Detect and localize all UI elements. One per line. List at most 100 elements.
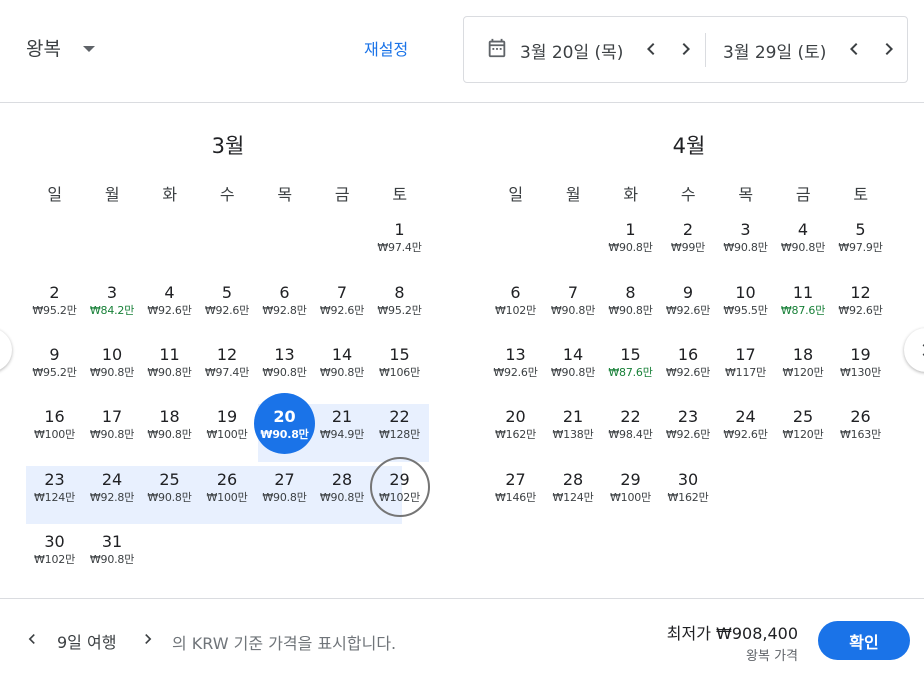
- calendar-day[interactable]: 25 ₩90.8만: [141, 458, 198, 516]
- day-number: 15: [620, 344, 641, 364]
- day-number: 29: [620, 469, 641, 489]
- return-prev-button[interactable]: [842, 37, 866, 61]
- calendar-day[interactable]: 4 ₩90.8만: [775, 208, 832, 266]
- weekday-label: 일: [47, 185, 63, 204]
- calendar-day[interactable]: 5 ₩97.9만: [832, 208, 889, 266]
- next-months-button[interactable]: [904, 328, 924, 372]
- calendar-day[interactable]: 7 ₩92.6만: [314, 271, 371, 329]
- calendar-day[interactable]: 15 ₩106만: [371, 333, 428, 391]
- calendar-day[interactable]: 6 ₩102만: [487, 271, 544, 329]
- weekday-label: 토: [392, 185, 408, 204]
- calendar-day[interactable]: 19 ₩130만: [832, 333, 889, 391]
- prev-months-button[interactable]: [0, 328, 12, 372]
- calendar-day[interactable]: 27 ₩90.8만: [256, 458, 313, 516]
- calendar-day[interactable]: 14 ₩90.8만: [314, 333, 371, 391]
- trip-length-decrease-button[interactable]: [22, 627, 42, 651]
- calendar-day[interactable]: 30 ₩162만: [660, 458, 717, 516]
- calendar-day[interactable]: 6 ₩92.8만: [256, 271, 313, 329]
- day-number: 21: [331, 406, 353, 426]
- calendar-day[interactable]: 15 ₩87.6만: [602, 333, 659, 391]
- day-number: 23: [44, 469, 65, 489]
- calendar-day[interactable]: 11 ₩90.8만: [141, 333, 198, 391]
- selected-return-day[interactable]: 29 ₩102만: [370, 457, 430, 517]
- calendar-day[interactable]: 26 ₩100만: [199, 458, 256, 516]
- departure-date[interactable]: 3월 20일 (목): [520, 38, 632, 63]
- selected-departure-day[interactable]: 20 ₩90.8만: [254, 393, 315, 454]
- calendar-day[interactable]: 10 ₩95.5만: [717, 271, 774, 329]
- calendar-day[interactable]: 27 ₩146만: [487, 458, 544, 516]
- calendar-day[interactable]: 5 ₩92.6만: [199, 271, 256, 329]
- calendar-day[interactable]: 29 ₩100만: [602, 458, 659, 516]
- calendar-day[interactable]: 3 ₩90.8만: [717, 208, 774, 266]
- calendar-day[interactable]: 21 ₩94.9만: [314, 395, 371, 453]
- calendar-day[interactable]: 8 ₩95.2만: [371, 271, 428, 329]
- departure-prev-button[interactable]: [639, 37, 663, 61]
- calendar-day[interactable]: 24 ₩92.6만: [717, 395, 774, 453]
- calendar-day[interactable]: 3 ₩84.2만: [84, 271, 141, 329]
- calendar-day[interactable]: 13 ₩90.8만: [256, 333, 313, 391]
- calendar-day[interactable]: 4 ₩92.6만: [141, 271, 198, 329]
- calendar-day[interactable]: 28 ₩90.8만: [314, 458, 371, 516]
- confirm-button[interactable]: 확인: [818, 621, 910, 660]
- calendar-day[interactable]: 22 ₩128만: [371, 395, 428, 453]
- calendar-day[interactable]: 2 ₩99만: [660, 208, 717, 266]
- calendar-day[interactable]: 17 ₩117만: [717, 333, 774, 391]
- calendar-day[interactable]: 25 ₩120만: [775, 395, 832, 453]
- calendar-day[interactable]: 18 ₩120만: [775, 333, 832, 391]
- day-price: ₩92.8만: [89, 490, 135, 504]
- calendar-day[interactable]: 23 ₩124만: [26, 458, 83, 516]
- calendar-day[interactable]: 31 ₩90.8만: [84, 520, 141, 578]
- reset-button[interactable]: 재설정: [364, 36, 408, 60]
- departure-next-button[interactable]: [674, 37, 698, 61]
- day-price: ₩94.9만: [319, 427, 365, 441]
- calendar-day[interactable]: 26 ₩163만: [832, 395, 889, 453]
- trip-type-dropdown[interactable]: 왕복: [26, 34, 95, 61]
- day-number: 7: [567, 282, 579, 302]
- calendar-day[interactable]: 11 ₩87.6만: [775, 271, 832, 329]
- calendar-day[interactable]: 28 ₩124만: [545, 458, 602, 516]
- day-price: ₩120만: [782, 365, 824, 379]
- calendar-day[interactable]: 18 ₩90.8만: [141, 395, 198, 453]
- calendar-day[interactable]: 1 ₩97.4만: [371, 208, 428, 266]
- calendar-day[interactable]: 30 ₩102만: [26, 520, 83, 578]
- day-number: 18: [159, 406, 180, 426]
- return-date[interactable]: 3월 29일 (토): [723, 38, 835, 63]
- calendar-day[interactable]: 16 ₩100만: [26, 395, 83, 453]
- day-price: ₩100만: [206, 427, 248, 441]
- calendar-day[interactable]: 14 ₩90.8만: [545, 333, 602, 391]
- calendar-day[interactable]: 21 ₩138만: [545, 395, 602, 453]
- day-price: ₩146만: [495, 490, 536, 504]
- calendar-day[interactable]: 23 ₩92.6만: [660, 395, 717, 453]
- day-price: ₩95.2만: [377, 303, 422, 317]
- calendar-day[interactable]: 10 ₩90.8만: [84, 333, 141, 391]
- day-price: ₩92.6만: [838, 303, 883, 317]
- calendar-day[interactable]: 7 ₩90.8만: [545, 271, 602, 329]
- calendar-day[interactable]: 2 ₩95.2만: [26, 271, 83, 329]
- calendar-day[interactable]: 12 ₩92.6만: [832, 271, 889, 329]
- weekday-label: 목: [738, 185, 754, 204]
- day-price: ₩87.6만: [780, 303, 826, 317]
- day-price: ₩90.8만: [262, 365, 307, 379]
- calendar-day[interactable]: 12 ₩97.4만: [199, 333, 256, 391]
- day-number: 16: [44, 406, 65, 426]
- weekday-label: 수: [680, 185, 696, 204]
- calendar-day[interactable]: 24 ₩92.8만: [84, 458, 141, 516]
- calendar-day[interactable]: 13 ₩92.6만: [487, 333, 544, 391]
- day-price: ₩90.8만: [89, 552, 135, 566]
- day-number: 23: [677, 406, 699, 426]
- date-range-field[interactable]: 3월 20일 (목) 3월 29일 (토): [463, 16, 908, 83]
- chevron-left-icon: [28, 634, 35, 644]
- trip-length-increase-button[interactable]: [138, 627, 158, 651]
- calendar-day[interactable]: 22 ₩98.4만: [602, 395, 659, 453]
- return-next-button[interactable]: [877, 37, 901, 61]
- calendar-day[interactable]: 8 ₩90.8만: [602, 271, 659, 329]
- calendar-day[interactable]: 1 ₩90.8만: [602, 208, 659, 266]
- day-price: ₩128만: [379, 427, 420, 441]
- calendar-day[interactable]: 17 ₩90.8만: [84, 395, 141, 453]
- calendar-day[interactable]: 19 ₩100만: [199, 395, 256, 453]
- calendar-day[interactable]: 20 ₩162만: [487, 395, 544, 453]
- calendar-day[interactable]: 16 ₩92.6만: [660, 333, 717, 391]
- calendar-day[interactable]: 9 ₩95.2만: [26, 333, 83, 391]
- calendar-day[interactable]: 9 ₩92.6만: [660, 271, 717, 329]
- day-number: 21: [562, 406, 584, 426]
